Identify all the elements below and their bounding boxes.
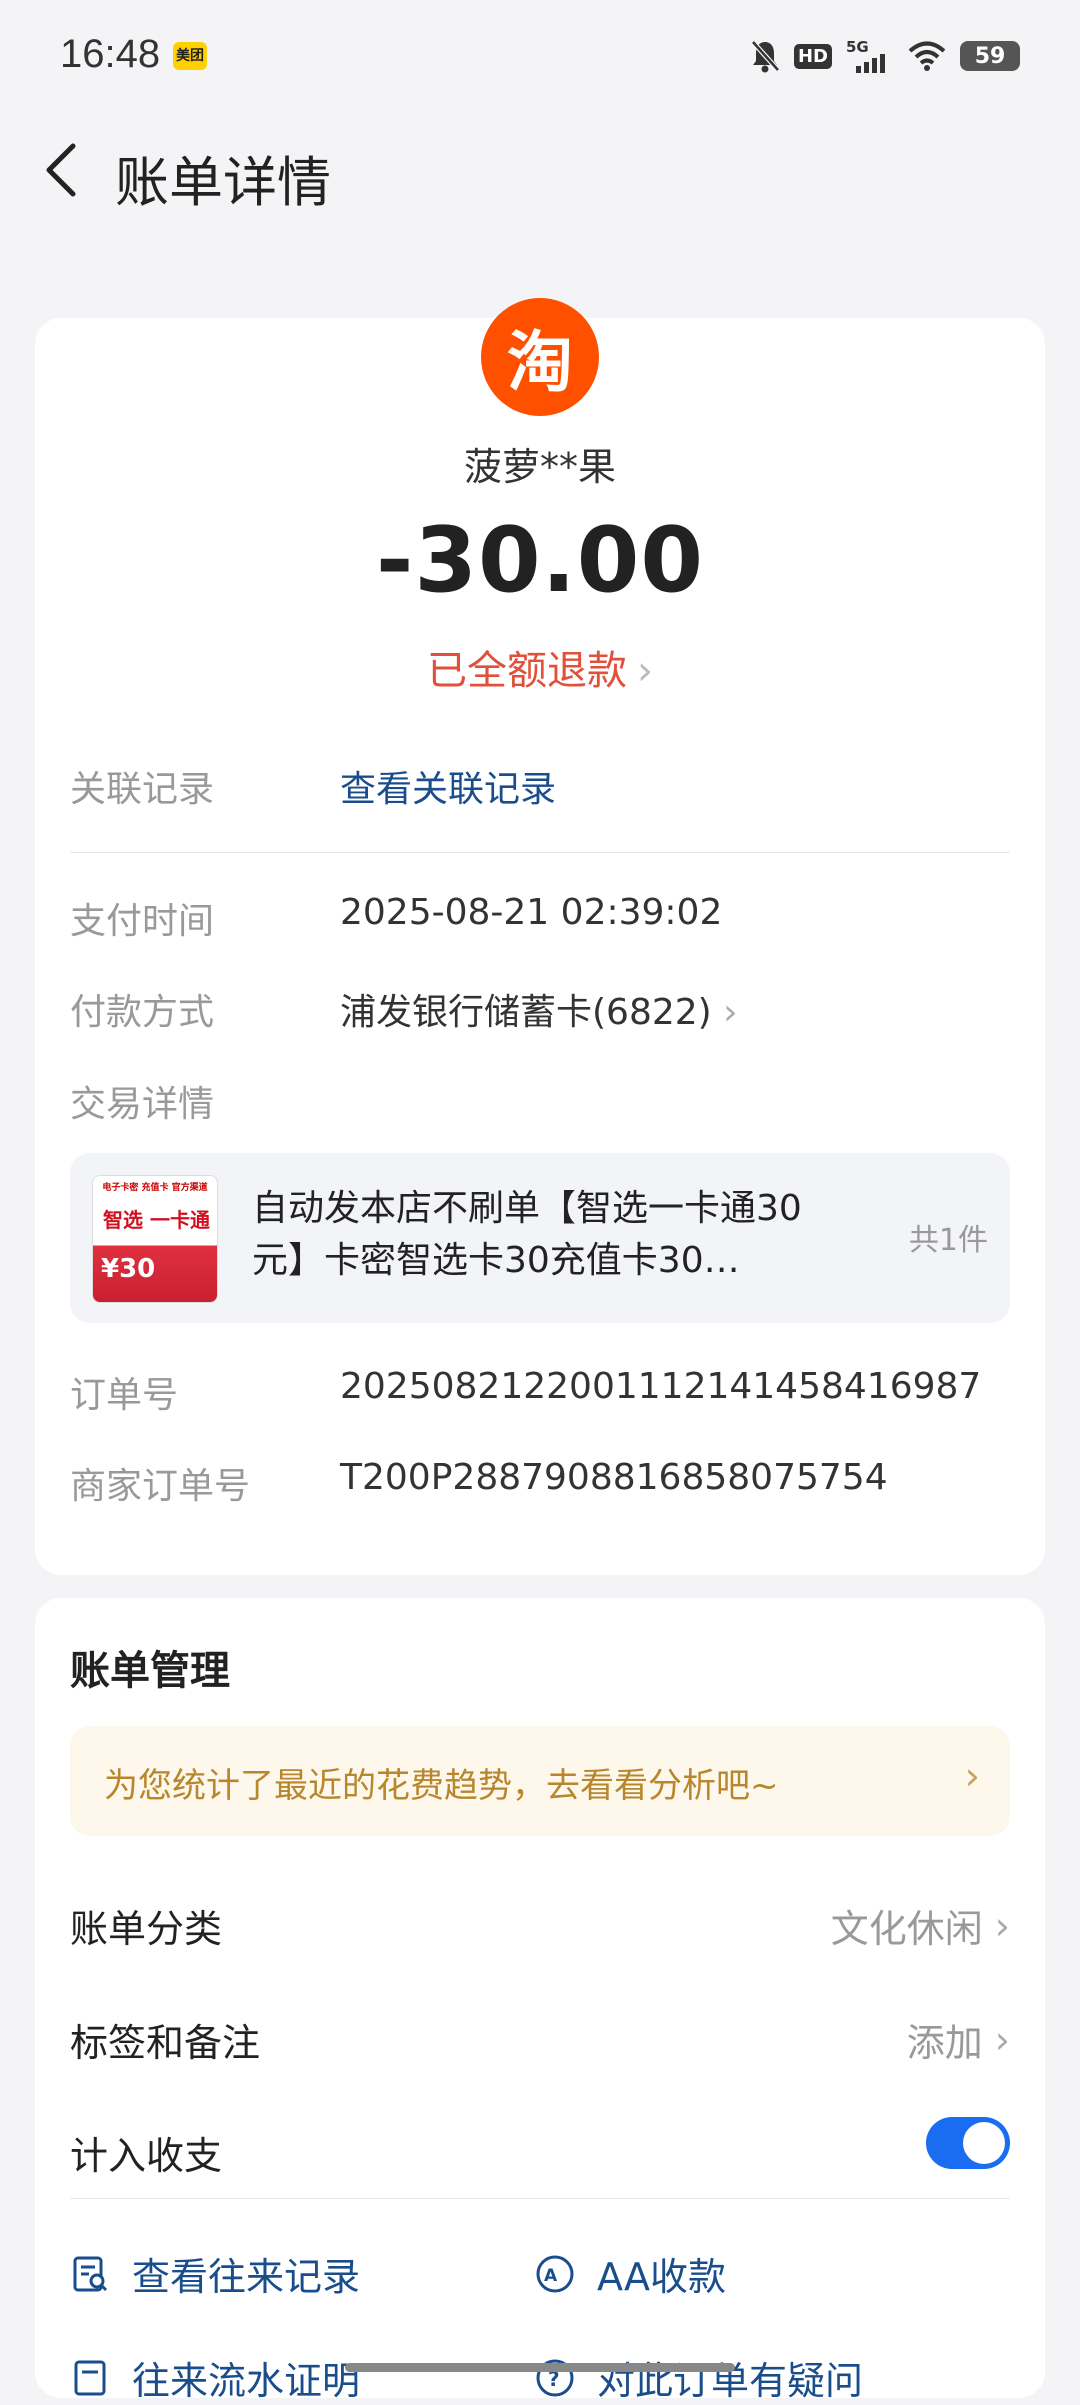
svg-text:A: A xyxy=(544,2266,558,2286)
record-search-icon xyxy=(73,2256,108,2291)
income-toggle[interactable] xyxy=(926,2117,1010,2169)
statement-proof-button[interactable]: 往来流水证明 xyxy=(70,2350,360,2405)
chevron-right-icon: › xyxy=(964,1754,980,1798)
category-value: 文化休闲 xyxy=(830,1907,983,1951)
tags-label: 标签和备注 xyxy=(70,2021,261,2065)
thumb-top-text: 电子卡密 充值卡 官方渠道 xyxy=(102,1183,208,1193)
category-row[interactable]: 账单分类 文化休闲 › xyxy=(70,1898,1010,1958)
refund-status-link[interactable]: 已全额退款 › xyxy=(35,638,1045,696)
view-history-button[interactable]: 查看往来记录 xyxy=(70,2246,360,2301)
pay-method-text: 浦发银行储蓄卡(6822) xyxy=(340,992,712,1033)
product-count: 共1件 xyxy=(908,1223,988,1258)
chevron-right-icon: › xyxy=(994,2017,1010,2062)
product-item[interactable]: 电子卡密 充值卡 官方渠道 智选 一卡通 ¥30 自动发本店不刷单【智选一卡通3… xyxy=(70,1153,1010,1323)
order-no-label: 订单号 xyxy=(70,1375,179,1416)
order-question-label: 对此订单有疑问 xyxy=(597,2359,864,2403)
tags-row[interactable]: 标签和备注 添加 › xyxy=(70,2012,1010,2072)
meituan-badge-icon: 美团 xyxy=(173,42,207,70)
taobao-logo-icon: 淘 xyxy=(481,298,599,416)
product-name: 自动发本店不刷单【智选一卡通30元】卡密智选卡30充值卡30… xyxy=(252,1188,802,1281)
status-time: 16:48 xyxy=(60,32,161,76)
category-label: 账单分类 xyxy=(70,1907,223,1951)
status-icons: HD 5G 59 xyxy=(750,36,1020,76)
top-bar: 账单详情 xyxy=(0,110,1080,230)
income-label: 计入收支 xyxy=(70,2134,223,2178)
bill-amount: -30.00 xyxy=(375,508,705,613)
bill-detail-card: 淘 菠萝**果 -30.00 已全额退款 › 关联记录 查看关联记录 支付时间 2… xyxy=(35,298,1045,1575)
pay-method-value[interactable]: 浦发银行储蓄卡(6822) › xyxy=(340,983,738,1035)
pay-time-label: 支付时间 xyxy=(70,901,215,942)
signal-5g-icon: 5G xyxy=(846,38,885,73)
mute-bell-icon xyxy=(751,40,780,73)
divider xyxy=(70,2198,1010,2199)
spending-trend-banner[interactable]: 为您统计了最近的花费趋势，去看看分析吧~ › xyxy=(70,1726,1010,1836)
merchant-order-label: 商家订单号 xyxy=(70,1466,251,1507)
back-arrow-icon xyxy=(46,143,76,197)
pay-method-label: 付款方式 xyxy=(70,992,215,1033)
aa-collect-button[interactable]: A AA收款 xyxy=(535,2246,726,2301)
view-related-link[interactable]: 查看关联记录 xyxy=(340,760,556,812)
product-thumbnail: 电子卡密 充值卡 官方渠道 智选 一卡通 ¥30 xyxy=(92,1175,218,1303)
order-question-button[interactable]: ? 对此订单有疑问 xyxy=(535,2350,863,2405)
divider xyxy=(70,852,1010,853)
view-history-label: 查看往来记录 xyxy=(132,2255,361,2299)
home-indicator[interactable] xyxy=(345,2363,735,2372)
wifi-icon xyxy=(908,41,946,71)
thumb-value: ¥30 xyxy=(101,1254,156,1284)
banner-text: 为您统计了最近的花费趋势，去看看分析吧~ xyxy=(104,1766,779,1806)
tags-value: 添加 xyxy=(906,2021,983,2065)
document-icon xyxy=(74,2360,106,2395)
pay-time-value: 2025-08-21 02:39:02 xyxy=(340,892,723,933)
aa-icon: A xyxy=(536,2255,574,2292)
related-label: 关联记录 xyxy=(70,769,215,810)
chevron-right-icon: › xyxy=(994,1903,1010,1948)
battery-icon: 59 xyxy=(960,41,1020,71)
status-bar: 16:48 美团 HD 5G 59 xyxy=(0,0,1080,110)
merchant-order-value[interactable]: T200P2887908816858075754 xyxy=(340,1457,888,1498)
bill-management-card: 账单管理 为您统计了最近的花费趋势，去看看分析吧~ › 账单分类 文化休闲 › 标… xyxy=(35,1598,1045,2403)
order-no-value[interactable]: 2025082122001112141458416987 xyxy=(340,1366,981,1407)
chevron-right-icon: › xyxy=(637,648,653,694)
thumb-title: 智选 一卡通 xyxy=(103,1208,210,1232)
merchant-name: 菠萝**果 xyxy=(463,445,616,489)
statement-proof-label: 往来流水证明 xyxy=(132,2359,361,2403)
aa-collect-label: AA收款 xyxy=(597,2255,727,2299)
page-title: 账单详情 xyxy=(115,151,331,214)
refund-status-label: 已全额退款 xyxy=(427,648,627,694)
svg-text:5G: 5G xyxy=(846,38,869,56)
trade-detail-label: 交易详情 xyxy=(70,1084,215,1125)
toggle-knob xyxy=(963,2122,1005,2164)
income-row: 计入收支 xyxy=(70,2117,1010,2185)
hd-icon: HD xyxy=(793,43,832,69)
section-title: 账单管理 xyxy=(70,1648,230,1694)
chevron-right-icon: › xyxy=(723,992,738,1033)
back-button[interactable] xyxy=(30,140,90,200)
